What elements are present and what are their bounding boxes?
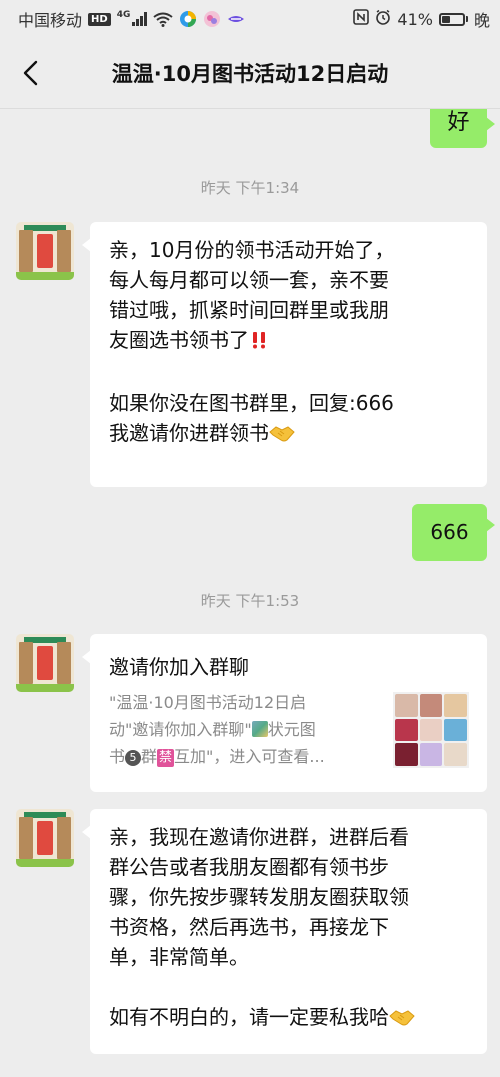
invite-desc-text: 书	[109, 747, 126, 766]
chat-header: 温温·10月图书活动12日启动	[0, 38, 500, 109]
message-bubble-self[interactable]: 好	[430, 109, 495, 148]
handshake-icon	[269, 421, 295, 451]
message-line-text: 如有不明白的，请一定要私我哈	[109, 1005, 389, 1029]
message-line: 书资格，然后再选书，再接龙下	[109, 915, 389, 939]
invite-desc-line: 书 5 群禁互加"，进入可查看...	[109, 743, 381, 770]
invite-card-description: "温温·10月图书活动12日启 动"邀请你加入群聊" 状元图 书 5 群禁互加"，进入…	[109, 689, 381, 770]
invite-desc-text: 互加"，进入可查看...	[174, 747, 325, 766]
avatar[interactable]	[16, 809, 74, 867]
message-line-text: 友圈选书领书了	[109, 328, 249, 352]
status-bar: 中国移动 HD 4G 41% 晚	[0, 0, 500, 38]
group-avatar-grid	[393, 692, 469, 768]
message-timestamp: 昨天 下午1:53	[200, 592, 300, 610]
message-timestamp: 昨天 下午1:34	[200, 179, 300, 197]
battery-icon	[438, 12, 468, 26]
nfc-icon	[353, 9, 370, 29]
double-exclamation-icon	[249, 328, 269, 358]
invite-desc-text: 动"邀请你加入群聊"	[109, 720, 252, 739]
message-line: 我邀请你进群领书	[109, 418, 477, 451]
invite-desc-text: 状元图	[267, 720, 316, 739]
chat-title: 温温·10月图书活动12日启动	[111, 62, 389, 86]
message-bubble-self[interactable]: 666	[412, 504, 495, 561]
avatar[interactable]	[16, 634, 74, 692]
wifi-icon	[153, 12, 173, 27]
chat-area[interactable]: 好 昨天 下午1:34 亲，10月份的领书活动开始了， 每人每月都可以领一套，亲…	[0, 109, 500, 1077]
message-bubble-other[interactable]: 亲，10月份的领书活动开始了， 每人每月都可以领一套，亲不要 错过哦，抓紧时间回…	[82, 222, 487, 487]
avatar[interactable]	[16, 222, 74, 280]
carrier-label: 中国移动	[18, 11, 83, 30]
signal-icon	[132, 12, 148, 26]
books-icon	[251, 721, 268, 737]
message-line-text: 我邀请你进群领书	[109, 421, 269, 445]
network-type: 4G	[116, 10, 131, 20]
app-icon-2	[203, 10, 221, 28]
message-line: 错过哦，抓紧时间回群里或我朋	[109, 298, 389, 322]
handshake-icon	[389, 1005, 415, 1035]
message-line: 友圈选书领书了	[109, 325, 477, 358]
invite-desc-line: "温温·10月图书活动12日启	[109, 693, 307, 712]
message-line: 单，非常简单。	[109, 945, 249, 969]
message-line: 如果你没在图书群里，回复:666	[109, 391, 394, 415]
app-icon-1	[179, 10, 197, 28]
status-extra-label: 晚	[473, 11, 490, 30]
group-invite-card[interactable]: 邀请你加入群聊 "温温·10月图书活动12日启 动"邀请你加入群聊" 状元图 书5…	[82, 634, 487, 792]
message-line: 如有不明白的，请一定要私我哈	[109, 1002, 481, 1035]
hd-badge-icon: HD	[88, 12, 111, 26]
prohibited-badge: 禁	[157, 749, 175, 767]
back-button[interactable]	[14, 56, 48, 90]
invite-desc-line: 动"邀请你加入群聊" 状元图	[109, 716, 381, 743]
message-line: 每人每月都可以领一套，亲不要	[109, 268, 389, 292]
battery-percent: 41%	[397, 9, 433, 29]
message-text: 666	[430, 520, 469, 544]
message-line: 骤，你先按步骤转发朋友圈获取领	[109, 885, 409, 909]
alarm-icon	[375, 9, 391, 29]
invite-desc-text: 群	[141, 747, 158, 766]
message-line: 亲，我现在邀请你进群，进群后看	[109, 825, 409, 849]
invite-card-title: 邀请你加入群聊	[109, 655, 249, 679]
chevron-left-icon	[23, 60, 38, 86]
message-line: 群公告或者我朋友圈都有领书步	[109, 855, 389, 879]
number-five-badge: 5	[125, 750, 142, 766]
app-icon-3	[227, 10, 245, 28]
message-text: 好	[447, 110, 470, 135]
message-line: 亲，10月份的领书活动开始了，	[109, 238, 395, 262]
message-bubble-other[interactable]: 亲，我现在邀请你进群，进群后看 群公告或者我朋友圈都有领书步 骤，你先按步骤转发…	[82, 809, 487, 1054]
